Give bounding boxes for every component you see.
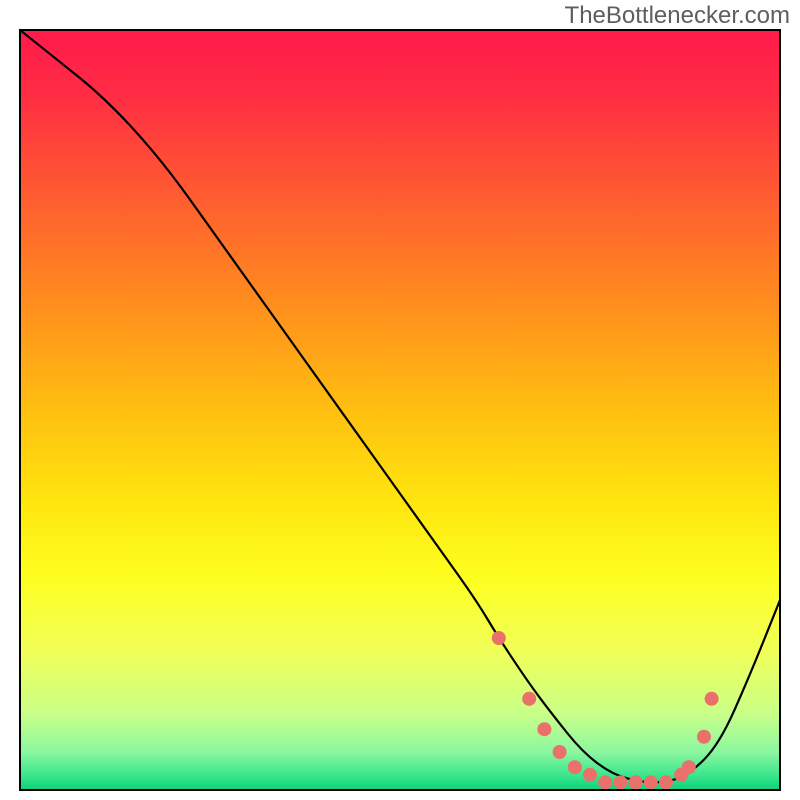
chart-svg [0,0,800,800]
highlight-dot [492,631,506,645]
watermark-text: TheBottleneсker.com [565,2,790,30]
highlight-dot [583,768,597,782]
chart-canvas: TheBottleneсker.com [0,0,800,800]
highlight-dot [553,745,567,759]
highlight-dot [613,775,627,789]
highlight-dot [644,775,658,789]
plot-background [20,30,780,790]
highlight-dot [659,775,673,789]
highlight-dot [629,775,643,789]
highlight-dot [697,730,711,744]
highlight-dot [537,722,551,736]
highlight-dot [598,775,612,789]
highlight-dot [705,692,719,706]
highlight-dot [682,760,696,774]
highlight-dot [568,760,582,774]
highlight-dot [522,692,536,706]
